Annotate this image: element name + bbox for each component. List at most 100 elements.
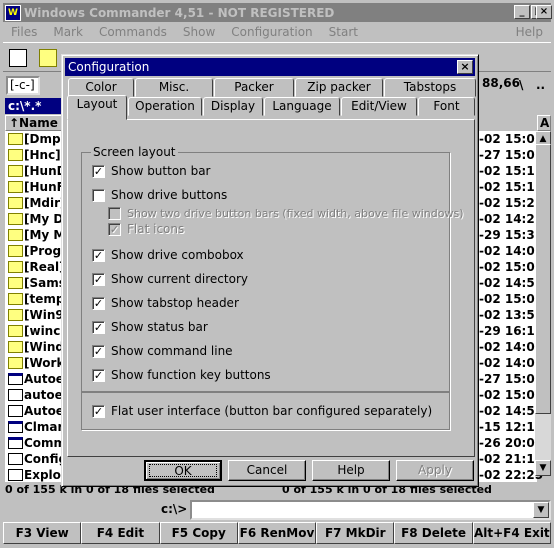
file-name: [Real] [24, 260, 65, 274]
file-date[interactable]: -02 14:25 [479, 211, 543, 227]
folder-icon [8, 325, 23, 337]
tab-operation[interactable]: Operation [128, 97, 202, 116]
flat-user-interface-checkbox[interactable]: ✓ Flat user interface (button bar configu… [92, 403, 432, 419]
file-row[interactable]: Autoe. [5, 403, 69, 419]
file-row[interactable]: Explor [5, 467, 67, 483]
command-input[interactable] [190, 500, 551, 520]
left-file-list[interactable]: [Dmpro [Hnc] [HunD [HunF [Mdir] [My Do [My Mu[… [5, 131, 75, 483]
file-date[interactable]: -02 15:05 [479, 131, 543, 147]
left-path[interactable]: c:\*.* [5, 98, 65, 114]
file-icon [8, 453, 23, 465]
scroll-thumb[interactable] [535, 144, 551, 414]
file-date[interactable]: -02 15:04 [479, 291, 543, 307]
cancel-button[interactable]: Cancel [228, 460, 306, 481]
folder-icon [8, 245, 23, 257]
show-status-bar-checkbox[interactable]: ✓ Show status bar [92, 319, 208, 335]
parent-button[interactable]: .. [536, 78, 550, 92]
f6-renmov-button[interactable]: F6 RenMov [237, 522, 317, 544]
tab-font[interactable]: Font [418, 97, 475, 116]
file-row[interactable]: [Real] [5, 259, 65, 275]
checkbox-box [92, 188, 105, 202]
file-date[interactable]: -02 15:18 [479, 179, 543, 195]
apply-button: Apply [396, 460, 474, 481]
show-drive-buttons-checkbox[interactable]: Show drive buttons [92, 187, 227, 203]
menu-configuration[interactable]: Configuration [223, 25, 320, 39]
show-button-bar-checkbox[interactable]: ✓ Show button bar [92, 163, 211, 179]
help-button[interactable]: Help [312, 460, 390, 481]
f4-edit-button[interactable]: F4 Edit [81, 522, 160, 544]
f5-copy-button[interactable]: F5 Copy [159, 522, 238, 544]
tab-edit-view[interactable]: Edit/View [341, 97, 417, 116]
right-scrollbar[interactable]: ▲ ▼ [535, 131, 551, 476]
file-date[interactable]: -02 15:05 [479, 387, 543, 403]
dialog-close-icon[interactable]: × [457, 60, 473, 74]
f8-delete-button[interactable]: F8 Delete [394, 522, 473, 544]
f7-mkdir-button[interactable]: F7 MkDir [316, 522, 395, 544]
file-date[interactable]: -02 14:08 [479, 355, 543, 371]
show-drive-combobox-checkbox[interactable]: ✓ Show drive combobox [92, 247, 244, 263]
left-name-header[interactable]: ↑Name [5, 115, 65, 131]
file-date[interactable]: -02 15:23 [479, 195, 543, 211]
command-line: c:\> ▼ [3, 499, 551, 521]
file-date[interactable]: -02 14:06 [479, 243, 543, 259]
file-date[interactable]: -02 21:12 [479, 451, 543, 467]
refresh-icon[interactable] [9, 49, 27, 67]
right-attr-header[interactable]: A [537, 115, 551, 131]
folder-icon [8, 181, 23, 193]
screen-layout-label: Screen layout [91, 145, 178, 159]
root-button[interactable]: \ [519, 78, 533, 92]
file-date[interactable]: -15 12:14 [479, 419, 543, 435]
close-icon[interactable]: × [536, 5, 552, 19]
file-row[interactable]: Clmarl [5, 419, 68, 435]
menu-show[interactable]: Show [175, 25, 223, 39]
tab-misc[interactable]: Misc. [135, 78, 213, 97]
file-date[interactable]: -26 20:01 [479, 435, 543, 451]
menu-help[interactable]: Help [508, 25, 551, 39]
checkbox-box: ✓ [108, 222, 121, 236]
file-row[interactable]: [HunD [5, 163, 67, 179]
file-date[interactable]: -02 14:55 [479, 275, 543, 291]
menu-mark[interactable]: Mark [45, 25, 91, 39]
file-date[interactable]: -02 15:18 [479, 163, 543, 179]
tab-layout[interactable]: Layout [67, 95, 127, 120]
file-date[interactable]: -02 22:25 [479, 467, 543, 483]
minimize-button[interactable]: _ [514, 5, 530, 19]
show-command-line-checkbox[interactable]: ✓ Show command line [92, 343, 233, 359]
folder-icon [8, 341, 23, 353]
file-date[interactable]: -02 13:58 [479, 307, 543, 323]
file-date[interactable]: -27 15:03 [479, 371, 543, 387]
menu-start[interactable]: Start [321, 25, 366, 39]
right-file-list[interactable]: -02 15:05 -27 15:01 -02 15:18 -02 15:18 -02 … [479, 131, 543, 482]
tab-language[interactable]: Language [264, 97, 340, 116]
tab-tabstops[interactable]: Tabstops [384, 78, 476, 97]
file-date[interactable]: -02 14:57 [479, 403, 543, 419]
file-row[interactable]: [Mdir] [5, 195, 66, 211]
tab-display[interactable]: Display [203, 97, 263, 116]
file-row[interactable]: autoe. [5, 387, 67, 403]
file-date[interactable]: -29 16:13 [479, 323, 543, 339]
main-window: W Windows Commander 4,51 - NOT REGISTERE… [0, 0, 554, 548]
show-current-directory-checkbox[interactable]: ✓ Show current directory [92, 271, 248, 287]
file-row[interactable]: Config [5, 451, 67, 467]
tab-packer[interactable]: Packer [214, 78, 294, 97]
file-row[interactable]: [Hnc] [5, 147, 61, 163]
command-dropdown-icon[interactable]: ▼ [533, 502, 549, 518]
ok-button[interactable]: OK [144, 460, 222, 481]
file-row[interactable]: Autoe. [5, 371, 69, 387]
show-tabstop-header-checkbox[interactable]: ✓ Show tabstop header [92, 295, 239, 311]
menu-files[interactable]: Files [3, 25, 45, 39]
file-date[interactable]: -02 15:09 [479, 259, 543, 275]
scroll-down-icon[interactable]: ▼ [535, 460, 551, 476]
file-date[interactable]: -02 14:06 [479, 339, 543, 355]
menu-commands[interactable]: Commands [91, 25, 175, 39]
file-row[interactable]: [HunF [5, 179, 65, 195]
tree-icon[interactable] [39, 49, 57, 67]
show-function-keys-checkbox[interactable]: ✓ Show function key buttons [92, 367, 271, 383]
file-date[interactable]: -27 15:01 [479, 147, 543, 163]
left-drive-combobox[interactable]: [-c-] [6, 76, 40, 95]
f3-view-button[interactable]: F3 View [3, 522, 82, 544]
alt-f4-exit-button[interactable]: Alt+F4 Exit [472, 522, 551, 544]
tab-zip-packer[interactable]: Zip packer [295, 78, 383, 97]
file-date[interactable]: -29 15:37 [479, 227, 543, 243]
file-icon [8, 437, 23, 449]
